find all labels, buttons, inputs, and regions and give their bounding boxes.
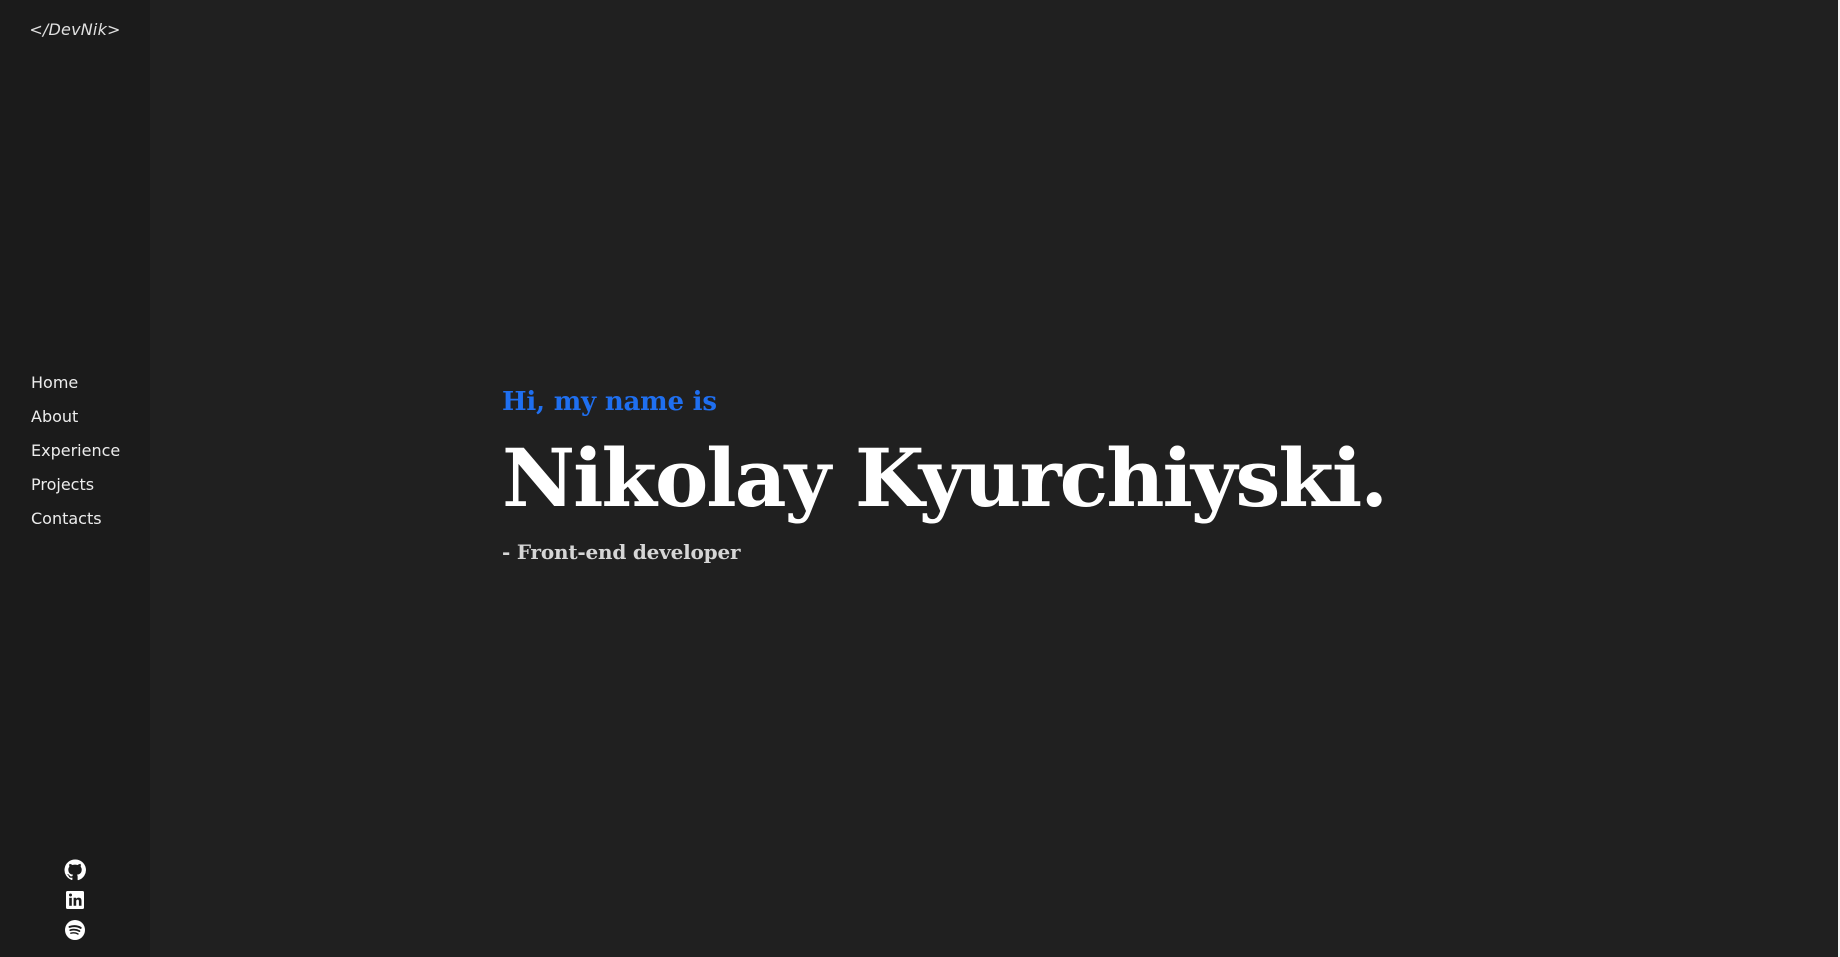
nav-link-experience[interactable]: Experience xyxy=(31,441,120,460)
site-logo[interactable]: </DevNik> xyxy=(0,20,150,39)
github-icon[interactable] xyxy=(63,858,87,882)
spotify-icon[interactable] xyxy=(63,918,87,942)
nav-item-projects: Projects xyxy=(31,474,120,508)
hero-greeting: Hi, my name is xyxy=(502,387,717,417)
page: </DevNik> Home About Experience Projects… xyxy=(0,0,1840,957)
hero-role: - Front-end developer xyxy=(502,540,741,564)
nav-item-about: About xyxy=(31,406,120,440)
nav-item-home: Home xyxy=(31,372,120,406)
hero-name: Nikolay Kyurchiyski. xyxy=(502,431,1388,525)
nav-link-contacts[interactable]: Contacts xyxy=(31,509,102,528)
hero-section: Hi, my name is Nikolay Kyurchiyski. - Fr… xyxy=(502,380,1388,572)
nav-link-projects[interactable]: Projects xyxy=(31,475,94,494)
nav-link-about[interactable]: About xyxy=(31,407,78,426)
linkedin-icon[interactable] xyxy=(63,888,87,912)
nav-link-home[interactable]: Home xyxy=(31,373,78,392)
nav-item-experience: Experience xyxy=(31,440,120,474)
nav-item-contacts: Contacts xyxy=(31,508,120,542)
sidebar: </DevNik> Home About Experience Projects… xyxy=(0,0,150,957)
main-nav: Home About Experience Projects Contacts xyxy=(31,372,120,542)
social-links xyxy=(63,858,87,948)
